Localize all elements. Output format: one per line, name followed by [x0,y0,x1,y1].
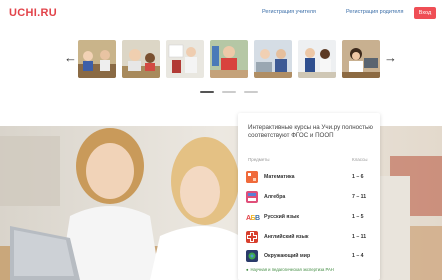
logo-domain-text: .RU [37,7,57,19]
login-button[interactable]: Вход [414,7,436,19]
logo-main-text: UCHI [9,7,38,19]
gallery-page-dot[interactable] [244,91,258,93]
subject-name: Математика [264,174,295,180]
world-icon [246,250,258,262]
gallery-page-dot[interactable] [200,91,214,93]
subject-grade: 7 – 11 [352,194,367,200]
algebra-icon [246,191,258,203]
english-icon [246,231,258,243]
gallery-page-dot[interactable] [222,91,236,93]
expertise-link-text: Научная и педагогическая экспертиза РАН [250,267,334,272]
subject-grade: 1 – 6 [352,174,364,180]
gallery-thumb[interactable] [298,40,336,78]
subject-row[interactable]: АБВ Русский язык 1 – 5 [246,211,374,225]
arrow-left-icon[interactable]: ← [64,51,77,64]
subject-grade: 1 – 5 [352,214,364,220]
card-title: Интерактивные курсы на Учи.ру полностью … [248,124,373,140]
gallery-thumb[interactable] [122,40,160,78]
subject-name: Английский язык [264,234,309,240]
top-header: UCHI.RU Регистрация учителя Регистрация … [0,0,442,27]
col-grades-header: Классы [352,157,368,162]
subject-name: Алгебра [264,194,286,200]
subject-row[interactable]: Алгебра 7 – 11 [246,191,374,205]
courses-card: Интерактивные курсы на Учи.ру полностью … [238,113,380,280]
math-icon [246,171,258,183]
gallery-thumb[interactable] [78,40,116,78]
subject-grade: 1 – 4 [352,253,364,259]
subject-name: Русский язык [264,214,300,220]
russian-abc-icon: АБВ [246,211,260,223]
subject-row[interactable]: Математика 1 – 6 [246,171,374,185]
register-teacher-link[interactable]: Регистрация учителя [262,9,316,15]
uchi-logo[interactable]: UCHI.RU [9,7,57,19]
location-pin-icon: ● [246,267,249,272]
subject-row[interactable]: Английский язык 1 – 11 [246,231,374,245]
photo-gallery: ← → [0,26,442,108]
subject-row[interactable]: Окружающий мир 1 – 4 [246,250,374,264]
gallery-thumb[interactable] [342,40,380,78]
subject-name: Окружающий мир [264,253,311,259]
expertise-link[interactable]: ● Научная и педагогическая экспертиза РАН [246,267,334,272]
gallery-thumb[interactable] [210,40,248,78]
gallery-thumb[interactable] [254,40,292,78]
gallery-thumb[interactable] [166,40,204,78]
svg-text:В: В [255,215,260,222]
register-parent-link[interactable]: Регистрация родителя [346,9,403,15]
col-subjects-header: Предметы [248,157,270,162]
arrow-right-icon[interactable]: → [384,51,397,64]
subject-grade: 1 – 11 [352,234,367,240]
